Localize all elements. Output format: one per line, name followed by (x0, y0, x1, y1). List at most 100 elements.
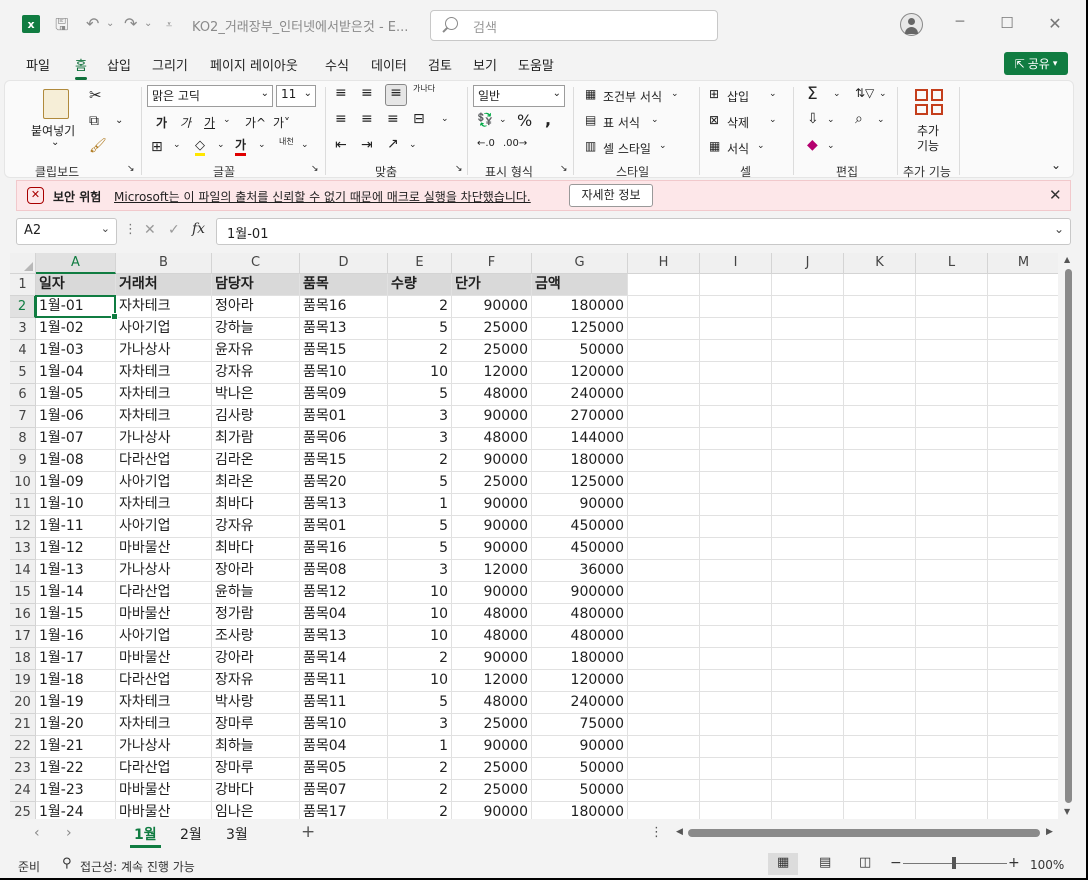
row-header[interactable]: 1 (10, 274, 36, 296)
table-cell[interactable] (988, 296, 1058, 318)
table-cell[interactable]: 1월-03 (36, 340, 116, 362)
table-cell[interactable] (700, 604, 772, 626)
table-cell[interactable]: 품목08 (300, 560, 388, 582)
table-cell[interactable] (844, 670, 916, 692)
table-cell[interactable]: 1월-19 (36, 692, 116, 714)
table-cell[interactable]: 윤하늘 (212, 582, 300, 604)
chevron-down-icon[interactable]: ⌄ (769, 89, 777, 99)
table-cell[interactable]: 임나은 (212, 802, 300, 819)
header-cell[interactable] (988, 274, 1058, 296)
table-cell[interactable] (628, 362, 700, 384)
table-cell[interactable] (844, 450, 916, 472)
italic-button[interactable]: 가 (180, 114, 191, 131)
table-cell[interactable] (916, 538, 988, 560)
minimize-icon[interactable]: ─ (950, 14, 970, 34)
table-cell[interactable]: 90000 (452, 736, 532, 758)
format-cells-button[interactable]: 서식 (727, 140, 749, 157)
table-cell[interactable]: 자차테크 (116, 296, 212, 318)
header-cell[interactable]: 품목 (300, 274, 388, 296)
close-icon[interactable]: ✕ (1045, 14, 1065, 34)
table-cell[interactable]: 2 (388, 802, 452, 819)
table-cell[interactable]: 1월-16 (36, 626, 116, 648)
table-cell[interactable] (844, 472, 916, 494)
table-cell[interactable]: 25000 (452, 318, 532, 340)
table-cell[interactable] (916, 296, 988, 318)
fill-dropdown-icon[interactable]: ⌄ (827, 115, 835, 125)
table-cell[interactable] (772, 670, 844, 692)
scroll-down-icon[interactable]: ▼ (1064, 807, 1070, 816)
table-cell[interactable]: 5 (388, 472, 452, 494)
table-cell[interactable] (916, 780, 988, 802)
table-cell[interactable]: 장마루 (212, 758, 300, 780)
table-cell[interactable] (628, 450, 700, 472)
table-cell[interactable] (772, 802, 844, 819)
table-cell[interactable]: 장아라 (212, 560, 300, 582)
table-cell[interactable]: 1월-22 (36, 758, 116, 780)
table-cell[interactable]: 사아기업 (116, 516, 212, 538)
table-cell[interactable] (988, 670, 1058, 692)
row-header[interactable]: 7 (10, 406, 36, 428)
table-cell[interactable] (628, 758, 700, 780)
table-cell[interactable]: 90000 (532, 736, 628, 758)
table-cell[interactable] (628, 626, 700, 648)
table-cell[interactable]: 마바물산 (116, 604, 212, 626)
header-cell[interactable] (700, 274, 772, 296)
table-cell[interactable] (844, 362, 916, 384)
table-cell[interactable] (916, 428, 988, 450)
table-cell[interactable] (772, 626, 844, 648)
borders-dropdown-icon[interactable]: ⌄ (173, 140, 181, 150)
table-cell[interactable] (988, 604, 1058, 626)
table-cell[interactable]: 1월-06 (36, 406, 116, 428)
format-as-table-icon[interactable]: ▤ (585, 113, 596, 127)
undo-icon[interactable]: ↶ (86, 14, 99, 33)
table-cell[interactable] (700, 802, 772, 819)
table-cell[interactable]: 다라산업 (116, 582, 212, 604)
table-cell[interactable] (916, 362, 988, 384)
table-cell[interactable]: 180000 (532, 450, 628, 472)
table-cell[interactable]: 다라산업 (116, 758, 212, 780)
dialog-launcher-icon[interactable]: ↘ (127, 164, 135, 174)
table-cell[interactable] (700, 494, 772, 516)
zoom-slider-thumb[interactable] (952, 857, 956, 869)
percent-style-icon[interactable]: % (517, 111, 532, 130)
table-cell[interactable]: 10 (388, 604, 452, 626)
insert-cells-button[interactable]: 삽입 (727, 88, 749, 105)
fill-color-dropdown-icon[interactable]: ⌄ (217, 140, 225, 150)
table-cell[interactable]: 품목01 (300, 516, 388, 538)
autosum-dropdown-icon[interactable]: ⌄ (833, 89, 841, 99)
table-cell[interactable]: 10 (388, 626, 452, 648)
table-cell[interactable]: 품목07 (300, 780, 388, 802)
table-cell[interactable]: 강아라 (212, 648, 300, 670)
table-cell[interactable] (700, 582, 772, 604)
table-cell[interactable] (988, 714, 1058, 736)
table-cell[interactable]: 25000 (452, 758, 532, 780)
conditional-formatting-button[interactable]: 조건부 서식 (603, 88, 662, 105)
zoom-level[interactable]: 100% (1030, 858, 1064, 872)
table-cell[interactable] (844, 648, 916, 670)
table-cell[interactable] (916, 340, 988, 362)
chevron-down-icon[interactable]: ⌄ (757, 141, 765, 151)
table-cell[interactable]: 240000 (532, 692, 628, 714)
tab-formulas[interactable]: 수식 (325, 55, 349, 74)
table-cell[interactable] (628, 384, 700, 406)
table-cell[interactable]: 25000 (452, 780, 532, 802)
table-cell[interactable]: 품목13 (300, 626, 388, 648)
table-cell[interactable] (628, 648, 700, 670)
table-cell[interactable]: 50000 (532, 340, 628, 362)
table-cell[interactable] (628, 802, 700, 819)
table-cell[interactable]: 품목06 (300, 428, 388, 450)
table-cell[interactable]: 1월-21 (36, 736, 116, 758)
share-button[interactable]: ⇱ 공유 ▾ (1004, 52, 1068, 75)
table-cell[interactable]: 48000 (452, 384, 532, 406)
header-cell[interactable]: 거래처 (116, 274, 212, 296)
table-cell[interactable] (916, 648, 988, 670)
table-cell[interactable] (628, 340, 700, 362)
table-cell[interactable] (628, 780, 700, 802)
tab-draw[interactable]: 그리기 (152, 55, 188, 74)
table-cell[interactable] (844, 538, 916, 560)
table-cell[interactable]: 1월-23 (36, 780, 116, 802)
table-cell[interactable]: 1월-10 (36, 494, 116, 516)
add-ins-icon[interactable] (915, 89, 943, 115)
table-cell[interactable]: 2 (388, 780, 452, 802)
row-header[interactable]: 20 (10, 692, 36, 714)
